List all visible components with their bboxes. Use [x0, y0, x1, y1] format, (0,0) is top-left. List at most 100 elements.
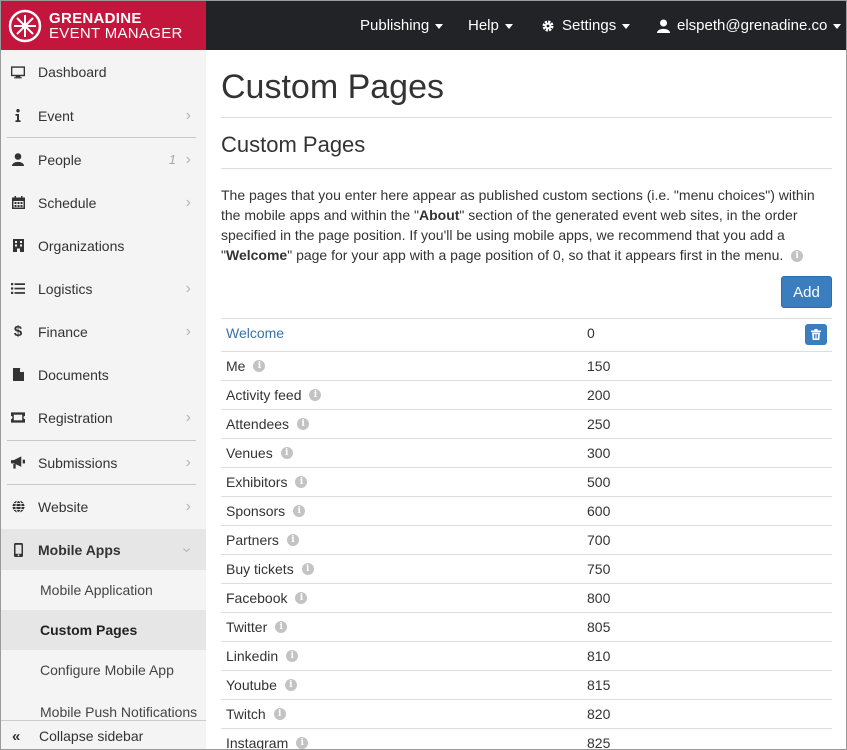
chevron-right-icon: ›	[185, 453, 191, 471]
publishing-menu[interactable]: Publishing	[360, 1, 444, 50]
sidebar-label-logistics: Logistics	[38, 280, 93, 297]
info-icon[interactable]: i	[295, 476, 308, 488]
sidebar-item-dashboard[interactable]: Dashboard	[1, 50, 206, 94]
page-name: Exhibitors	[226, 474, 288, 490]
page-position-cell: 600	[587, 503, 611, 519]
chevron-right-icon: ›	[185, 106, 191, 124]
info-icon[interactable]: i	[309, 389, 322, 401]
description-part-3: " page for your app with a page position…	[287, 247, 784, 263]
sidebar-sublabel-mobile-push-notifications: Mobile Push Notifications	[40, 704, 198, 720]
table-row: Buy tickets i 750	[221, 554, 832, 583]
sidebar-subitem-configure-mobile-app[interactable]: Configure Mobile App	[1, 650, 206, 690]
page-name-cell: Activity feed i	[226, 387, 322, 403]
sidebar-item-logistics[interactable]: Logistics ›	[1, 267, 206, 310]
info-icon[interactable]: i	[275, 621, 288, 633]
sidebar-item-registration[interactable]: Registration ›	[1, 396, 206, 439]
page-name: Youtube	[226, 677, 277, 693]
table-row: Venues i 300	[221, 438, 832, 467]
page-position-cell: 250	[587, 416, 611, 432]
page-position-cell: 800	[587, 590, 611, 606]
page-name: Attendees	[226, 416, 290, 432]
page-name: Buy tickets	[226, 561, 294, 577]
chevron-down-icon: ›	[178, 546, 196, 553]
sidebar-label-event: Event	[38, 107, 74, 124]
table-row: Facebook i 800	[221, 583, 832, 612]
page-name-cell: Exhibitors i	[226, 474, 308, 490]
ticket-icon	[11, 411, 25, 425]
table-row: Sponsors i 600	[221, 496, 832, 525]
top-navbar: GRENADINE EVENT MANAGER Publishing Help …	[1, 1, 846, 50]
page-position-cell: 150	[587, 358, 611, 374]
page-name-cell: Twitch i	[226, 706, 286, 722]
collapse-sidebar-button[interactable]: « Collapse sidebar	[1, 720, 206, 749]
info-icon[interactable]: i	[253, 360, 266, 372]
page-name: Facebook	[226, 590, 288, 606]
info-icon[interactable]: i	[284, 679, 297, 691]
table-row: Attendees i 250	[221, 409, 832, 438]
dollar-icon: $	[13, 323, 23, 340]
delete-button[interactable]	[805, 324, 827, 345]
sidebar-sublabel-mobile-application: Mobile Application	[40, 582, 153, 598]
help-menu[interactable]: Help	[468, 1, 513, 50]
page-name-cell: Venues i	[226, 445, 293, 461]
sidebar-item-submissions[interactable]: Submissions ›	[1, 441, 206, 484]
page-name-cell: Buy tickets i	[226, 561, 314, 577]
page-name-cell: Me i	[226, 358, 266, 374]
page-title: Custom Pages	[221, 68, 444, 106]
sidebar-item-event[interactable]: Event ›	[1, 94, 206, 137]
app-window: GRENADINE EVENT MANAGER Publishing Help …	[0, 0, 847, 750]
gear-icon	[542, 20, 554, 31]
info-icon[interactable]: i	[286, 650, 299, 662]
sidebar-label-website: Website	[38, 498, 89, 515]
user-email: elspeth@grenadine.co	[677, 17, 828, 34]
info-icon[interactable]: i	[286, 534, 299, 546]
sidebar-subitem-custom-pages[interactable]: Custom Pages	[1, 610, 206, 650]
chevron-right-icon: ›	[185, 322, 191, 340]
globe-icon	[11, 500, 25, 514]
page-name: Sponsors	[226, 503, 286, 519]
brand-logo-area[interactable]: GRENADINE EVENT MANAGER	[1, 1, 206, 50]
caret-down-icon	[435, 24, 444, 29]
sidebar-subitem-mobile-application[interactable]: Mobile Application	[1, 570, 206, 610]
page-name-cell: Instagram i	[226, 735, 309, 750]
sidebar-item-website[interactable]: Website ›	[1, 485, 206, 528]
info-icon[interactable]: i	[293, 505, 306, 517]
sidebar-item-organizations[interactable]: Organizations	[1, 224, 206, 267]
info-icon[interactable]: i	[296, 737, 309, 749]
person-icon	[11, 153, 25, 167]
sidebar-sublabel-configure-mobile-app: Configure Mobile App	[40, 662, 174, 678]
info-icon[interactable]: i	[297, 418, 310, 430]
page-position-cell: 300	[587, 445, 611, 461]
sidebar-item-schedule[interactable]: Schedule ›	[1, 181, 206, 224]
info-icon[interactable]: i	[280, 447, 293, 459]
user-menu[interactable]: elspeth@grenadine.co	[657, 1, 842, 50]
page-position-cell: 500	[587, 474, 611, 490]
info-icon[interactable]: i	[295, 592, 308, 604]
calendar-icon	[11, 196, 25, 210]
settings-menu[interactable]: Settings	[541, 1, 631, 50]
page-name: Instagram	[226, 735, 289, 750]
sidebar-item-people[interactable]: People 1 ›	[1, 138, 206, 181]
page-name: Twitch	[226, 706, 266, 722]
sidebar-item-mobile-apps[interactable]: Mobile Apps ›	[1, 529, 206, 570]
page-name-cell: Attendees i	[226, 416, 310, 432]
trash-icon	[811, 329, 821, 340]
add-button[interactable]: Add	[781, 276, 832, 308]
info-icon[interactable]: i	[301, 563, 314, 575]
chevron-right-icon: ›	[185, 408, 191, 426]
page-name: Partners	[226, 532, 279, 548]
page-position-cell: 750	[587, 561, 611, 577]
sidebar-item-finance[interactable]: $ Finance ›	[1, 310, 206, 353]
section-divider	[221, 168, 832, 169]
page-name-cell: Youtube i	[226, 677, 297, 693]
sidebar-item-documents[interactable]: Documents	[1, 353, 206, 396]
info-icon[interactable]: i	[791, 250, 804, 263]
title-divider	[221, 117, 832, 118]
caret-down-icon	[622, 24, 631, 29]
page-name-link[interactable]: Welcome	[226, 325, 284, 341]
sidebar-label-registration: Registration	[38, 409, 113, 426]
double-chevron-left-icon: «	[12, 727, 21, 745]
page-name: Linkedin	[226, 648, 279, 664]
info-icon[interactable]: i	[273, 708, 286, 720]
caret-down-icon	[833, 24, 842, 29]
